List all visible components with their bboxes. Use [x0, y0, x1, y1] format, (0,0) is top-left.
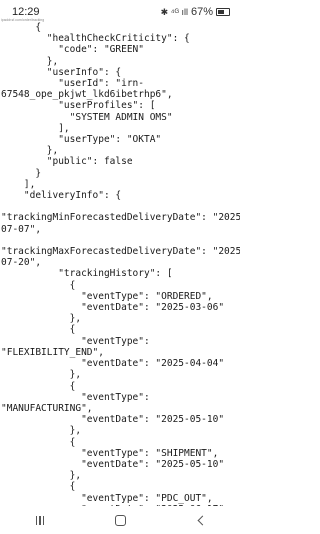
code-line: "trackingMinForecastedDeliveryDate": "20…: [1, 212, 240, 224]
back-icon: [197, 515, 207, 525]
code-line: "healthCheckCriticity": {: [1, 33, 190, 45]
code-line: "SYSTEM ADMIN OMS": [1, 111, 173, 123]
code-line: "eventType": "ORDERED",: [1, 290, 213, 302]
code-line: "public": false: [1, 156, 133, 168]
navigation-bar: [0, 506, 240, 534]
code-line: "deliveryInfo": {: [1, 190, 122, 202]
code-line: "userId": "irn-: [1, 78, 144, 90]
battery-percentage: 67%: [190, 6, 213, 18]
code-line: "eventType": "PDC_OUT",: [1, 492, 213, 504]
code-line: },: [1, 425, 82, 437]
code-line: 07-07",: [1, 223, 42, 235]
home-button[interactable]: [100, 506, 140, 534]
code-line: "eventDate": "2025-05-10": [1, 458, 225, 470]
code-line: "userProfiles": [: [1, 100, 156, 112]
recent-apps-icon: [35, 515, 45, 525]
home-icon: [114, 514, 126, 526]
code-line: "userType": "OKTA": [1, 134, 162, 146]
code-line: "code": "GREEN": [1, 44, 144, 56]
status-time: 12:29: [12, 6, 40, 18]
code-line: {: [1, 436, 76, 448]
code-line: "eventType": "SHIPMENT",: [1, 447, 219, 459]
code-line: },: [1, 55, 59, 67]
code-line: "eventDate": "2025-05-10": [1, 414, 225, 426]
code-line: "trackingHistory": [: [1, 268, 173, 280]
code-line: "eventType":: [1, 335, 150, 347]
code-line: ],: [1, 122, 70, 134]
code-line: },: [1, 145, 59, 157]
battery-icon: [216, 8, 230, 16]
code-line: {: [1, 279, 76, 291]
code-line: },: [1, 470, 82, 482]
back-button[interactable]: [180, 506, 220, 534]
signal-icons: ✱ ⁴ᴳ ıll: [160, 6, 188, 17]
code-line: "eventDate": "2025-03-06": [1, 302, 225, 314]
code-line: {: [1, 380, 76, 392]
code-line: "FLEXIBILITY_END",: [1, 346, 104, 358]
code-line: "eventType":: [1, 391, 150, 403]
code-line: {: [1, 481, 76, 493]
json-code-text: { "healthCheckCriticity": { "code": "GRE…: [0, 22, 240, 506]
status-icons: ✱ ⁴ᴳ ıll 67%: [161, 6, 230, 18]
code-line: "trackingMaxForecastedDeliveryDate": "20…: [1, 246, 240, 258]
code-line: {: [1, 324, 76, 336]
code-line: }: [1, 167, 42, 179]
code-line: ],: [1, 178, 36, 190]
code-line: 07-20",: [1, 257, 42, 269]
json-code-view[interactable]: { "healthCheckCriticity": { "code": "GRE…: [0, 22, 240, 506]
code-line: 67548_ope_pkjwt_lkd6ibetrhp6",: [1, 89, 173, 101]
code-line: },: [1, 369, 82, 381]
code-line: "userInfo": {: [1, 66, 122, 78]
recent-apps-button[interactable]: [20, 506, 60, 534]
code-line: "MANUFACTURING",: [1, 402, 93, 414]
code-line: "eventDate": "2025-04-04": [1, 358, 225, 370]
code-line: {: [1, 22, 42, 33]
code-line: },: [1, 313, 82, 325]
